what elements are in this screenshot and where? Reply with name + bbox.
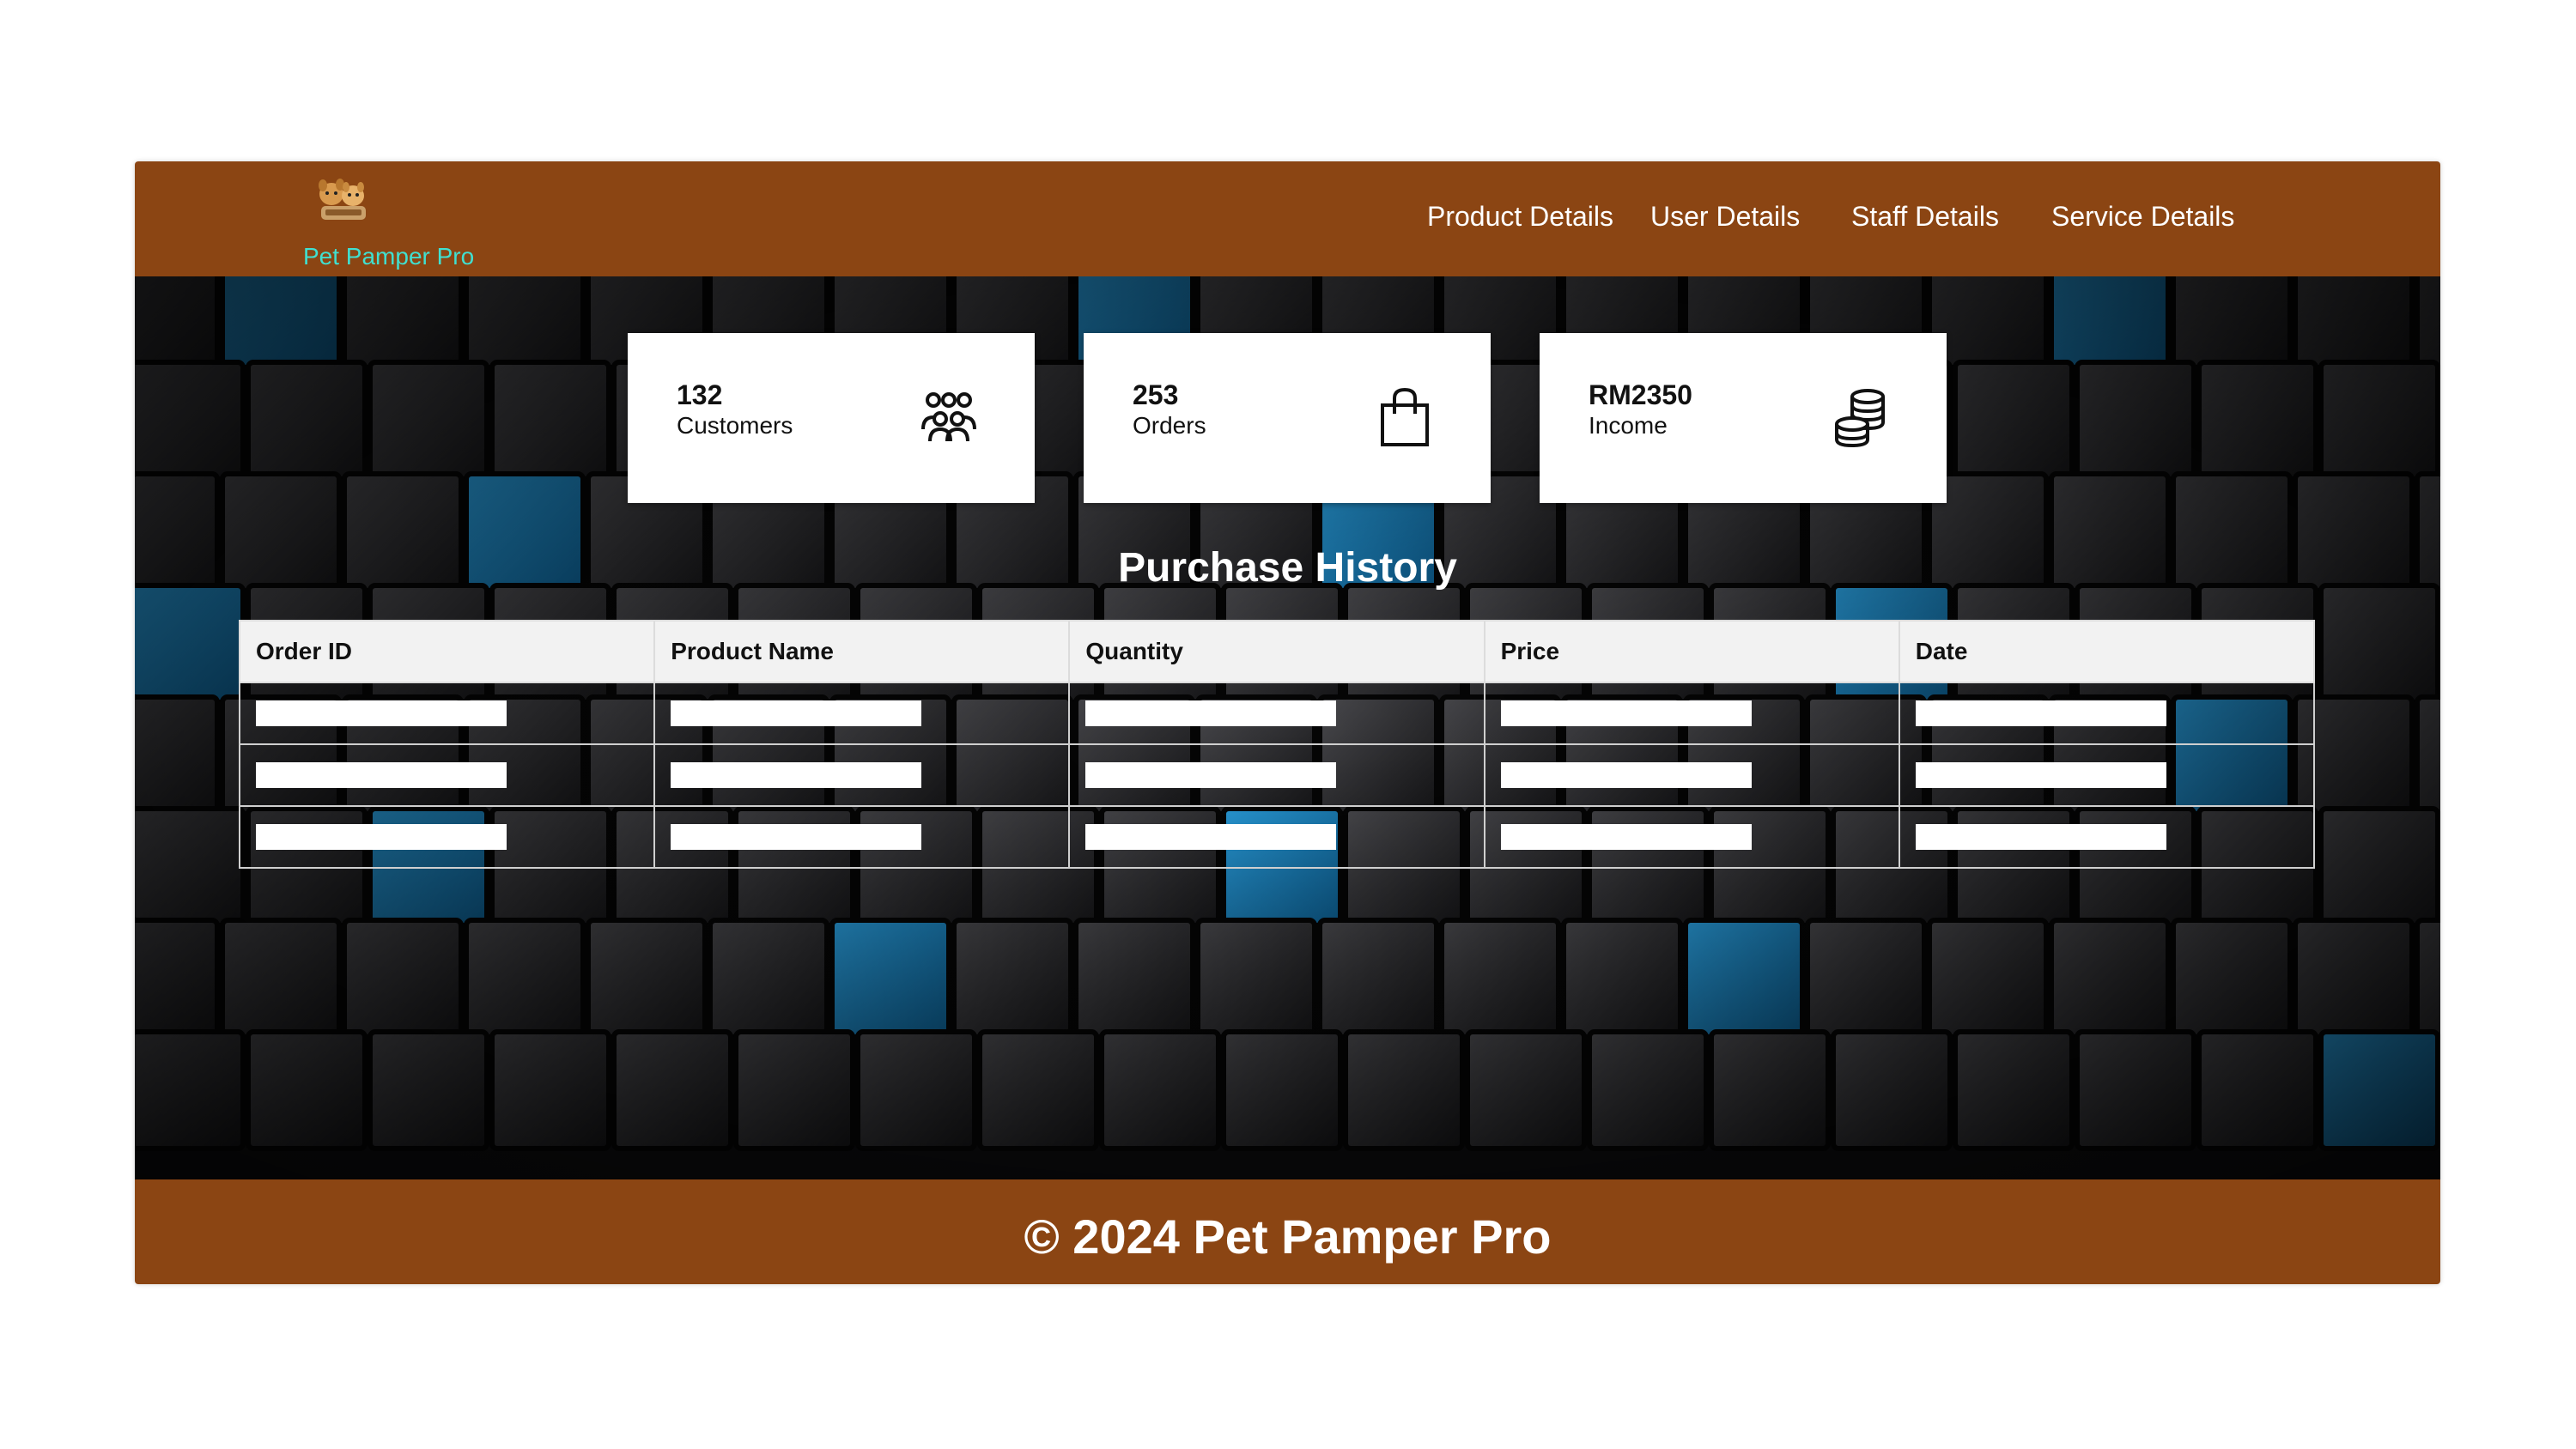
cell-price	[1483, 805, 1900, 869]
price-value	[1500, 700, 1752, 726]
cell-order-id	[238, 682, 656, 745]
orders-label: Orders	[1133, 412, 1206, 439]
cell-quantity	[1068, 805, 1485, 869]
income-amount: RM2350	[1589, 379, 1692, 410]
table-header-row: Order ID Product Name Quantity Price Dat…	[238, 620, 2316, 683]
cell-product-name	[653, 682, 1071, 745]
stat-card-income: RM2350 Income	[1540, 333, 1947, 503]
footer-copyright: © 2024 Pet Pamper Pro	[1024, 1210, 1552, 1264]
cell-date	[1898, 805, 2316, 869]
stat-card-orders: 253 Orders	[1084, 333, 1491, 503]
quantity-value	[1085, 762, 1337, 788]
product-name-value	[671, 700, 922, 726]
cell-order-id	[238, 805, 656, 869]
column-price[interactable]: Price	[1483, 620, 1900, 683]
cell-product-name	[653, 743, 1071, 807]
orders-count: 253	[1133, 379, 1179, 410]
quantity-value	[1085, 700, 1337, 726]
date-value	[1915, 824, 2166, 850]
column-date[interactable]: Date	[1898, 620, 2316, 683]
brand-name[interactable]: Pet Pamper Pro	[303, 243, 474, 270]
cell-date	[1898, 682, 2316, 745]
coin-stack-icon	[1835, 389, 1885, 448]
cell-order-id	[238, 743, 656, 807]
purchase-history-table: Order ID Product Name Quantity Price Dat…	[238, 620, 2316, 869]
people-group-icon	[921, 392, 976, 442]
date-value	[1915, 700, 2166, 726]
customers-label: Customers	[677, 412, 793, 439]
table-row[interactable]	[238, 682, 2316, 745]
order-id-value	[256, 824, 507, 850]
stat-card-customers: 132 Customers	[628, 333, 1035, 503]
pets-logo-icon[interactable]	[314, 177, 371, 225]
app-window: Pet Pamper Pro Product Details User Deta…	[135, 161, 2440, 1284]
dashboard-content: 132 Customers 253 Orders RM2350 Income P…	[135, 276, 2440, 1179]
cell-price	[1483, 743, 1900, 807]
purchase-history-title: Purchase History	[1118, 545, 1457, 591]
footer: © 2024 Pet Pamper Pro	[135, 1179, 2440, 1284]
nav-user-details[interactable]: User Details	[1650, 201, 1800, 233]
order-id-value	[256, 762, 507, 788]
income-label: Income	[1589, 412, 1668, 439]
cell-quantity	[1068, 682, 1485, 745]
table-row[interactable]	[238, 805, 2316, 869]
cell-price	[1483, 682, 1900, 745]
product-name-value	[671, 762, 922, 788]
column-product-name[interactable]: Product Name	[653, 620, 1071, 683]
nav-staff-details[interactable]: Staff Details	[1851, 201, 1999, 233]
customers-count: 132	[677, 379, 723, 410]
order-id-value	[256, 700, 507, 726]
nav-service-details[interactable]: Service Details	[2051, 201, 2234, 233]
quantity-value	[1085, 824, 1337, 850]
shopping-bag-icon	[1381, 387, 1429, 446]
product-name-value	[671, 824, 922, 850]
cell-date	[1898, 743, 2316, 807]
date-value	[1915, 762, 2166, 788]
price-value	[1500, 824, 1752, 850]
top-navbar: Pet Pamper Pro Product Details User Deta…	[135, 161, 2440, 276]
cell-quantity	[1068, 743, 1485, 807]
nav-product-details[interactable]: Product Details	[1427, 201, 1613, 233]
column-order-id[interactable]: Order ID	[238, 620, 656, 683]
price-value	[1500, 762, 1752, 788]
column-quantity[interactable]: Quantity	[1068, 620, 1485, 683]
table-row[interactable]	[238, 743, 2316, 807]
cell-product-name	[653, 805, 1071, 869]
